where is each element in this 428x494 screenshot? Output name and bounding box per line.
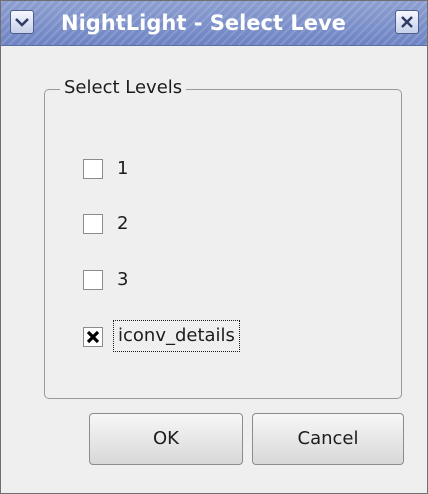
cancel-button[interactable]: Cancel — [252, 413, 404, 465]
window-close-button[interactable] — [395, 10, 419, 34]
group-legend: Select Levels — [60, 76, 187, 100]
checkbox-label[interactable]: 3 — [117, 267, 128, 293]
checkbox-checked[interactable] — [83, 327, 103, 347]
close-icon — [401, 16, 413, 28]
checkbox[interactable] — [83, 270, 103, 290]
chevron-down-icon — [15, 18, 29, 27]
x-check-icon — [86, 330, 100, 344]
checkbox-label[interactable]: 1 — [117, 156, 128, 182]
select-levels-group — [44, 89, 402, 399]
ok-button[interactable]: OK — [89, 413, 243, 465]
dialog-window: NightLight - Select Leve Select Levels 1… — [0, 0, 428, 494]
window-title: NightLight - Select Leve — [61, 11, 346, 35]
checkbox-label[interactable]: iconv_details — [113, 320, 240, 352]
checkbox-label[interactable]: 2 — [117, 211, 128, 237]
window-menu-button[interactable] — [10, 10, 34, 34]
checkbox[interactable] — [83, 159, 103, 179]
title-bar[interactable]: NightLight - Select Leve — [1, 1, 427, 46]
checkbox[interactable] — [83, 214, 103, 234]
